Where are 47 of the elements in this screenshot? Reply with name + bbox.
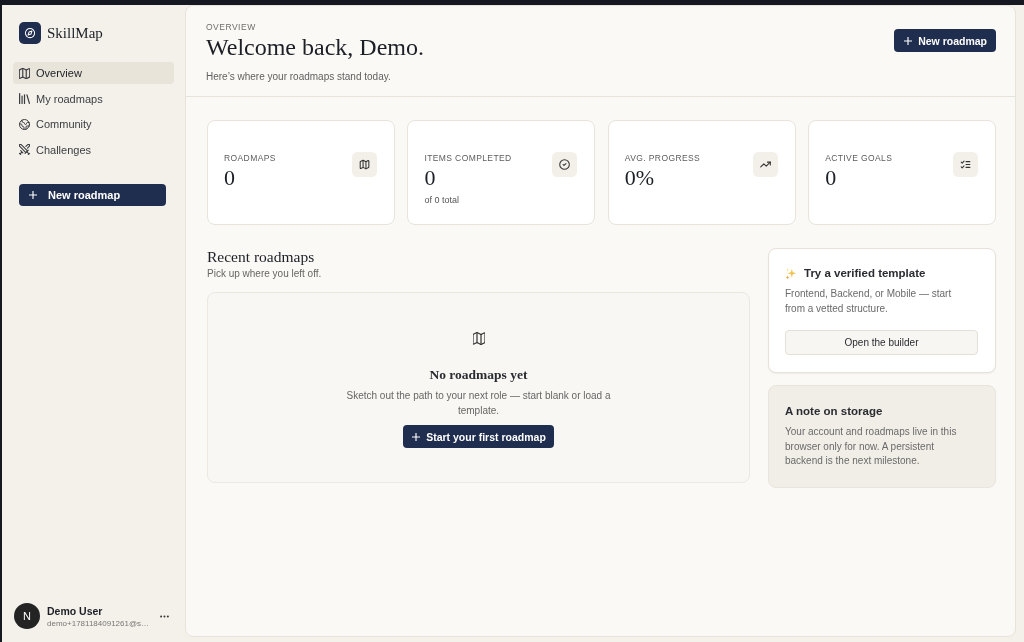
avatar: N [14, 603, 40, 629]
stat-label: ACTIVE GOALS [825, 152, 893, 164]
checklist-icon [953, 152, 978, 177]
map-icon [19, 67, 30, 79]
template-title: Try a verified template [804, 266, 926, 281]
empty-text: Sketch out the path to your next role — start blank or load a template. [345, 389, 612, 418]
library-icon [19, 93, 30, 105]
open-builder-button[interactable]: Open the builder [785, 330, 978, 355]
stat-note: of 0 total [424, 195, 459, 205]
nav-item[interactable]: Overview [13, 62, 174, 84]
stat-label: ITEMS COMPLETED [424, 152, 512, 164]
nav-item[interactable]: Community [13, 113, 174, 136]
plus-icon [29, 190, 37, 199]
map-icon [472, 332, 485, 345]
stat-label: ROADMAPS [224, 152, 276, 164]
circle-check-icon [552, 152, 578, 177]
stat-value: 0 [224, 166, 235, 190]
stat-value: 0 [825, 166, 837, 190]
more-icon [160, 614, 170, 618]
trending-up-icon [752, 152, 778, 177]
note-title: A note on storage [785, 404, 884, 419]
user-name: Demo User [47, 604, 104, 617]
nav-item[interactable]: Challenges [13, 138, 174, 161]
template-text: Frontend, Backend, or Mobile — start from a vetted structure. [785, 287, 953, 316]
stat-value: 0 [424, 166, 436, 190]
sparkles-icon [785, 267, 797, 280]
new-roadmap-button[interactable]: New roadmap [894, 29, 996, 52]
map-icon [351, 152, 377, 177]
section-subtitle: Pick up where you left off. [207, 267, 323, 280]
plus-icon [904, 36, 913, 45]
compass-logo-icon [19, 22, 41, 44]
brand-name: SkillMap [47, 24, 103, 42]
stat-value: 0% [624, 166, 655, 190]
new-roadmap-button[interactable]: New roadmap [19, 183, 166, 206]
page-title: Welcome back, Demo. [206, 34, 424, 60]
section-title: Recent roadmaps [207, 248, 316, 265]
empty-title: No roadmaps yet [429, 367, 528, 383]
eyebrow-label: OVERVIEW [206, 21, 256, 33]
stat-label: AVG. PROGRESS [624, 152, 701, 164]
plus-icon [412, 432, 421, 441]
page-subtitle: Here’s where your roadmaps stand today. [206, 70, 391, 84]
start-roadmap-button[interactable]: Start your first roadmap [403, 425, 554, 448]
note-text: Your account and roadmaps live in this browser only for now. A persistent backend is the next milestone. [785, 425, 958, 468]
globe-icon [19, 118, 30, 130]
user-email: demo+1781184091261@s… [47, 618, 150, 628]
crossed-swords-icon [19, 144, 30, 156]
nav-item[interactable]: My roadmaps [13, 87, 174, 110]
